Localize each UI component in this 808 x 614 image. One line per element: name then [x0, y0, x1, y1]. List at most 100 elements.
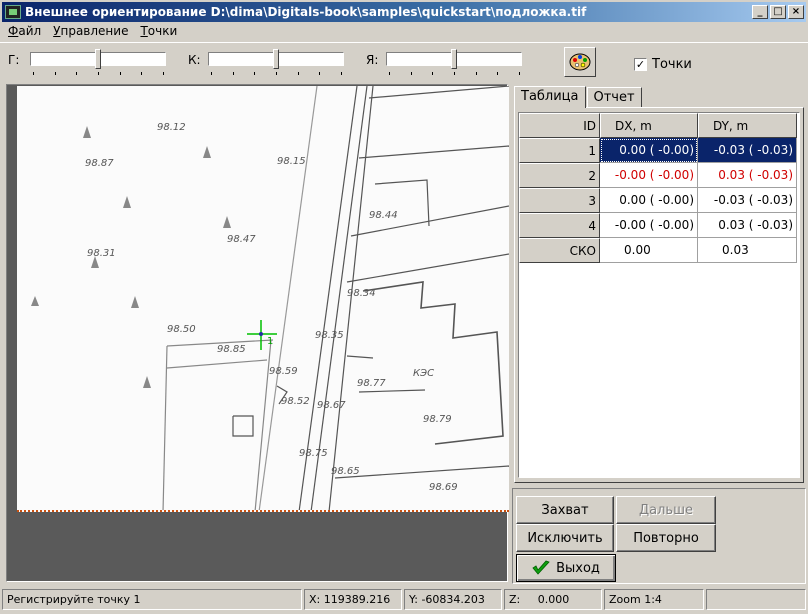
slider-k[interactable] — [208, 49, 344, 75]
summary-label-cell[interactable]: СКО — [519, 238, 600, 263]
map-label: 98.67 — [317, 400, 346, 411]
table-row[interactable]: 3 0.00 ( -0.00) -0.03 ( -0.03) — [519, 188, 797, 213]
dy-cell[interactable]: -0.03 ( -0.03) — [698, 138, 797, 163]
points-checkbox[interactable]: ✓ Точки — [634, 57, 692, 72]
slider-g-label: Г: — [8, 53, 20, 67]
row-id-cell[interactable]: 4 — [519, 213, 600, 238]
map-label: КЭС — [413, 368, 434, 379]
map-label: 98.12 — [157, 122, 186, 133]
slider-k-thumb[interactable] — [273, 49, 279, 69]
map-label: 98.50 — [167, 324, 196, 335]
slider-tick — [233, 72, 234, 75]
map-label: 98.65 — [331, 466, 360, 477]
status-y-coordinate: Y: -60834.203 — [404, 589, 502, 610]
slider-ya-thumb[interactable] — [451, 49, 457, 69]
right-tabs: Таблица Отчет — [514, 85, 643, 108]
tab-report[interactable]: Отчет — [586, 87, 642, 107]
table-row[interactable]: 1 0.00 ( -0.00) -0.03 ( -0.03) — [519, 138, 797, 163]
dx-cell[interactable]: -0.00 ( -0.00) — [600, 213, 698, 238]
map-label: 98.44 — [369, 210, 398, 221]
row-id-cell[interactable]: 2 — [519, 163, 600, 188]
status-z-value: 0.000 — [537, 593, 570, 606]
dx-cell[interactable]: 0.00 ( -0.00) — [600, 138, 698, 163]
status-z-label: Z: — [509, 593, 521, 606]
palette-button[interactable] — [564, 47, 596, 77]
slider-tick — [141, 72, 142, 75]
map-label: 98.77 — [357, 378, 386, 389]
column-header-dy[interactable]: DY, m — [698, 113, 797, 138]
status-zoom: Zoom 1:4 — [604, 589, 704, 610]
dx-cell[interactable]: 0.00 ( -0.00) — [600, 188, 698, 213]
exclude-button[interactable]: Исключить — [516, 524, 614, 552]
dy-cell[interactable]: 0.03 ( -0.03) — [698, 163, 797, 188]
points-checkbox-label: Точки — [652, 57, 692, 72]
slider-tick — [432, 72, 433, 75]
slider-tick — [55, 72, 56, 75]
column-header-id[interactable]: ID — [519, 113, 600, 138]
app-icon — [5, 5, 21, 19]
checkmark-icon — [532, 560, 550, 575]
menu-control[interactable]: Управление — [47, 23, 134, 41]
slider-tick — [276, 72, 277, 75]
repeat-button[interactable]: Повторно — [616, 524, 716, 552]
slider-tick — [163, 72, 164, 75]
slider-g[interactable] — [30, 49, 166, 75]
slider-ya-label: Я: — [366, 53, 379, 67]
map-label: 98.85 — [217, 344, 246, 355]
map-label: 98.47 — [227, 234, 256, 245]
status-empty-panel — [706, 589, 806, 610]
slider-tick — [497, 72, 498, 75]
map-label: 98.31 — [87, 248, 116, 259]
summary-dx-cell[interactable]: 0.00 — [600, 238, 698, 263]
map-label: 98.79 — [423, 414, 452, 425]
slider-tick — [476, 72, 477, 75]
exit-button[interactable]: Выход — [516, 554, 616, 582]
palette-icon — [569, 53, 591, 71]
registration-point[interactable] — [259, 332, 263, 336]
slider-tick — [33, 72, 34, 75]
exit-button-label: Выход — [556, 560, 600, 576]
points-grid[interactable]: ID DX, m DY, m 1 0.00 ( -0.00) -0.03 ( -… — [518, 112, 800, 478]
scanned-map-image[interactable]: 98.12 98.87 98.31 98.47 98.15 98.44 98.3… — [17, 86, 509, 512]
slider-tick — [341, 72, 342, 75]
summary-dy-cell[interactable]: 0.03 — [698, 238, 797, 263]
next-button[interactable]: Дальше — [616, 496, 716, 524]
window-title: Внешнее ориентирование D:\dima\Digitals-… — [25, 5, 587, 19]
capture-button[interactable]: Захват — [516, 496, 614, 524]
map-label: 98.69 — [429, 482, 458, 493]
table-summary-row[interactable]: СКО 0.00 0.03 — [519, 238, 797, 263]
slider-g-thumb[interactable] — [95, 49, 101, 69]
slider-tick — [389, 72, 390, 75]
column-header-dx[interactable]: DX, m — [600, 113, 698, 138]
table-tab-panel: ID DX, m DY, m 1 0.00 ( -0.00) -0.03 ( -… — [514, 107, 804, 483]
image-viewport[interactable]: 98.12 98.87 98.31 98.47 98.15 98.44 98.3… — [6, 84, 509, 582]
row-id-cell[interactable]: 3 — [519, 188, 600, 213]
minimize-button[interactable]: _ — [752, 5, 768, 19]
slider-k-label: К: — [188, 53, 201, 67]
status-message: Регистрируйте точку 1 — [2, 589, 302, 610]
slider-tick — [411, 72, 412, 75]
tab-table[interactable]: Таблица — [514, 86, 586, 108]
dx-cell[interactable]: -0.00 ( -0.00) — [600, 163, 698, 188]
table-row[interactable]: 4 -0.00 ( -0.00) 0.03 ( -0.03) — [519, 213, 797, 238]
slider-tick — [254, 72, 255, 75]
menu-file[interactable]: Файл — [2, 23, 47, 41]
map-label: 98.35 — [315, 330, 344, 341]
map-label: 98.52 — [281, 396, 310, 407]
toolbar: Г: К: Я: ✓ Точки — [0, 42, 808, 82]
table-row[interactable]: 2 -0.00 ( -0.00) 0.03 ( -0.03) — [519, 163, 797, 188]
menu-points[interactable]: Точки — [134, 23, 183, 41]
slider-ya[interactable] — [386, 49, 522, 75]
close-button[interactable]: × — [788, 5, 804, 19]
map-label: 98.87 — [85, 158, 114, 169]
maximize-button[interactable]: □ — [770, 5, 786, 19]
map-label: 98.34 — [347, 288, 376, 299]
title-bar[interactable]: Внешнее ориентирование D:\dima\Digitals-… — [2, 2, 806, 22]
status-bar: Регистрируйте точку 1 X: 119389.216 Y: -… — [0, 587, 808, 612]
status-z-coordinate: Z: 0.000 — [504, 589, 602, 610]
points-checkbox-box[interactable]: ✓ — [634, 58, 647, 71]
dy-cell[interactable]: 0.03 ( -0.03) — [698, 213, 797, 238]
row-id-cell[interactable]: 1 — [519, 138, 600, 163]
dy-cell[interactable]: -0.03 ( -0.03) — [698, 188, 797, 213]
main-window: Внешнее ориентирование D:\dima\Digitals-… — [0, 0, 808, 614]
